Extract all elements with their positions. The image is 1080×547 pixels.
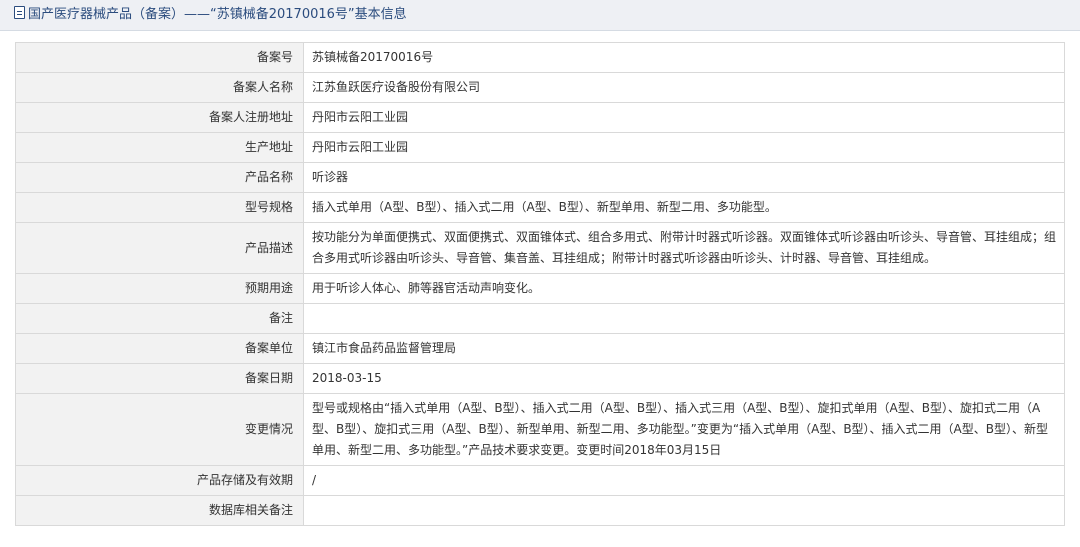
row-value: 丹阳市云阳工业园 — [303, 102, 1065, 133]
table-row: 备案号 苏镇械备20170016号 — [15, 42, 1065, 73]
table-row: 备注 — [15, 303, 1065, 334]
row-value: 江苏鱼跃医疗设备股份有限公司 — [303, 72, 1065, 103]
row-value: 用于听诊人体心、肺等器官活动声响变化。 — [303, 273, 1065, 304]
row-value — [303, 303, 1065, 334]
row-label: 备案人名称 — [15, 72, 304, 103]
row-value: 按功能分为单面便携式、双面便携式、双面锥体式、组合多用式、附带计时器式听诊器。双… — [303, 222, 1065, 274]
row-label: 备案单位 — [15, 333, 304, 364]
row-label: 型号规格 — [15, 192, 304, 223]
row-label: 备案人注册地址 — [15, 102, 304, 133]
row-label: 备案号 — [15, 42, 304, 73]
table-row: 产品名称 听诊器 — [15, 162, 1065, 193]
row-label: 备注 — [15, 303, 304, 334]
row-label: 生产地址 — [15, 132, 304, 163]
table-row: 备案人注册地址 丹阳市云阳工业园 — [15, 102, 1065, 133]
row-value: 苏镇械备20170016号 — [303, 42, 1065, 73]
page-title: 国产医疗器械产品（备案）——“苏镇械备20170016号”基本信息 — [28, 7, 407, 22]
table-row: 备案日期 2018-03-15 — [15, 363, 1065, 394]
row-value: 插入式单用（A型、B型）、插入式二用（A型、B型）、新型单用、新型二用、多功能型… — [303, 192, 1065, 223]
row-label: 产品存储及有效期 — [15, 465, 304, 496]
table-row: 型号规格 插入式单用（A型、B型）、插入式二用（A型、B型）、新型单用、新型二用… — [15, 192, 1065, 223]
row-value: / — [303, 465, 1065, 496]
table-row: 备案单位 镇江市食品药品监督管理局 — [15, 333, 1065, 364]
table-row: 产品描述 按功能分为单面便携式、双面便携式、双面锥体式、组合多用式、附带计时器式… — [15, 222, 1065, 274]
row-value: 2018-03-15 — [303, 363, 1065, 394]
row-label: 数据库相关备注 — [15, 495, 304, 526]
record-info-table: 备案号 苏镇械备20170016号 备案人名称 江苏鱼跃医疗设备股份有限公司 备… — [15, 42, 1065, 526]
table-row: 生产地址 丹阳市云阳工业园 — [15, 132, 1065, 163]
table-row: 预期用途 用于听诊人体心、肺等器官活动声响变化。 — [15, 273, 1065, 304]
page-title-bar: 国产医疗器械产品（备案）——“苏镇械备20170016号”基本信息 — [0, 0, 1080, 31]
row-label: 预期用途 — [15, 273, 304, 304]
row-label: 产品描述 — [15, 222, 304, 274]
row-value: 型号或规格由“插入式单用（A型、B型）、插入式二用（A型、B型）、插入式三用（A… — [303, 393, 1065, 466]
row-value — [303, 495, 1065, 526]
table-row: 变更情况 型号或规格由“插入式单用（A型、B型）、插入式二用（A型、B型）、插入… — [15, 393, 1065, 466]
row-label: 产品名称 — [15, 162, 304, 193]
table-row: 产品存储及有效期 / — [15, 465, 1065, 496]
table-row: 数据库相关备注 — [15, 495, 1065, 526]
row-value: 镇江市食品药品监督管理局 — [303, 333, 1065, 364]
row-label: 变更情况 — [15, 393, 304, 466]
row-label: 备案日期 — [15, 363, 304, 394]
table-row: 备案人名称 江苏鱼跃医疗设备股份有限公司 — [15, 72, 1065, 103]
row-value: 丹阳市云阳工业园 — [303, 132, 1065, 163]
row-value: 听诊器 — [303, 162, 1065, 193]
document-icon — [14, 6, 25, 19]
